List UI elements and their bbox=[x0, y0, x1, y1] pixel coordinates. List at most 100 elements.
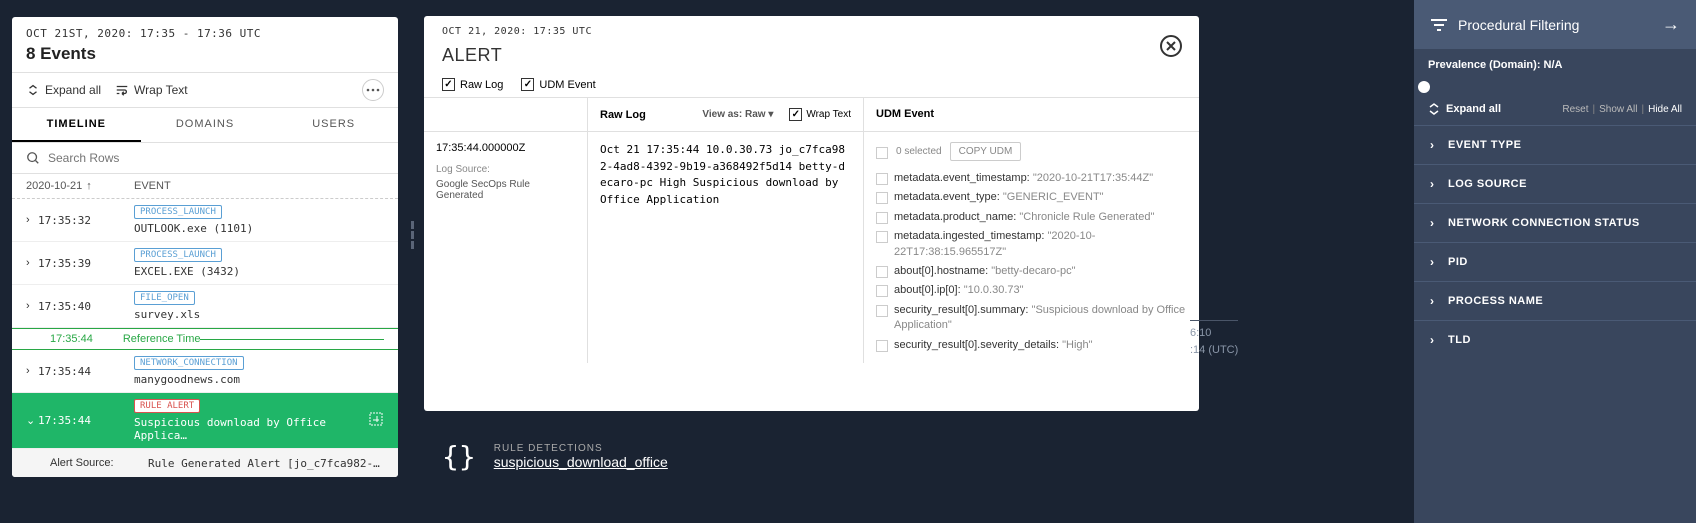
udm-checkbox[interactable] bbox=[876, 212, 888, 224]
dots-icon bbox=[366, 88, 380, 92]
event-row[interactable]: › 17:35:39 PROCESS_LAUNCH EXCEL.EXE (343… bbox=[12, 242, 398, 285]
resize-handle[interactable] bbox=[407, 210, 417, 260]
close-button[interactable] bbox=[1159, 34, 1183, 58]
chevron-right-icon: › bbox=[1430, 216, 1440, 230]
rule-detections-section: {} RULE DETECTIONS suspicious_download_o… bbox=[442, 440, 668, 473]
expand-all-filters-button[interactable]: Expand all bbox=[1428, 103, 1501, 115]
filter-category[interactable]: ›EVENT TYPE bbox=[1414, 125, 1696, 164]
brace-icon: {} bbox=[442, 440, 476, 473]
udm-header: UDM Event bbox=[864, 98, 1199, 131]
events-tabs: TIMELINE DOMAINS USERS bbox=[12, 108, 398, 143]
chevron-right-icon: › bbox=[26, 365, 38, 377]
pin-icon[interactable] bbox=[368, 411, 384, 430]
alert-panel: OCT 21, 2020: 17:35 UTC ALERT Raw Log UD… bbox=[424, 16, 1199, 411]
udm-field-row: metadata.event_type: "GENERIC_EVENT" bbox=[876, 190, 1187, 205]
udm-field-row: security_result[0].severity_details: "Hi… bbox=[876, 338, 1187, 353]
collapse-arrow-icon[interactable]: → bbox=[1662, 14, 1680, 35]
prevalence-label: Prevalence (Domain): N/A bbox=[1414, 49, 1696, 77]
chevron-right-icon: › bbox=[1430, 177, 1440, 191]
chevron-right-icon: › bbox=[26, 300, 38, 312]
chevron-right-icon: › bbox=[26, 214, 38, 226]
alert-date: OCT 21, 2020: 17:35 UTC bbox=[442, 26, 1181, 37]
wrap-icon bbox=[115, 83, 129, 97]
filter-category[interactable]: ›NETWORK CONNECTION STATUS bbox=[1414, 203, 1696, 242]
filter-icon bbox=[1430, 18, 1448, 32]
event-tag: FILE_OPEN bbox=[134, 291, 195, 305]
date-column-header[interactable]: 2020-10-21 ↑ bbox=[26, 180, 134, 192]
alert-details: Alert Source: Rule Generated Alert [jo_c… bbox=[12, 449, 398, 477]
udm-checkbox[interactable] bbox=[876, 192, 888, 204]
filter-panel: Procedural Filtering → Prevalence (Domai… bbox=[1414, 0, 1696, 523]
filter-category[interactable]: ›PID bbox=[1414, 242, 1696, 281]
event-tag: PROCESS_LAUNCH bbox=[134, 248, 222, 262]
expand-icon bbox=[1428, 103, 1440, 115]
event-row-alert[interactable]: ⌄ 17:35:44 RULE ALERT Suspicious downloa… bbox=[12, 393, 398, 449]
udm-field-row: about[0].hostname: "betty-decaro-pc" bbox=[876, 264, 1187, 279]
search-row bbox=[12, 143, 398, 174]
alert-tag: RULE ALERT bbox=[134, 399, 200, 413]
event-column-header: EVENT bbox=[134, 180, 384, 192]
event-tag: NETWORK_CONNECTION bbox=[134, 356, 244, 370]
filter-category[interactable]: ›PROCESS NAME bbox=[1414, 281, 1696, 320]
events-toolbar: Expand all Wrap Text bbox=[12, 73, 398, 108]
rule-label: RULE DETECTIONS bbox=[494, 443, 668, 454]
udm-field-row: metadata.ingested_timestamp: "2020-10-22… bbox=[876, 229, 1187, 260]
tab-users[interactable]: USERS bbox=[269, 108, 398, 142]
events-header: OCT 21ST, 2020: 17:35 - 17:36 UTC 8 Even… bbox=[12, 17, 398, 73]
udm-checkbox[interactable] bbox=[876, 285, 888, 297]
udm-checkbox[interactable] bbox=[876, 266, 888, 278]
alert-table-header: Raw Log View as: Raw ▾ Wrap Text UDM Eve… bbox=[424, 98, 1199, 132]
search-icon bbox=[26, 151, 40, 165]
expand-all-button[interactable]: Expand all bbox=[26, 83, 101, 97]
sort-arrow-icon: ↑ bbox=[86, 180, 92, 192]
tab-timeline[interactable]: TIMELINE bbox=[12, 108, 141, 142]
selected-count: 0 selected bbox=[896, 146, 942, 157]
more-options-button[interactable] bbox=[362, 79, 384, 101]
chevron-right-icon: › bbox=[1430, 138, 1440, 152]
rule-name-link[interactable]: suspicious_download_office bbox=[494, 454, 668, 470]
udm-checkbox[interactable] bbox=[876, 231, 888, 243]
udm-field-row: metadata.event_timestamp: "2020-10-21T17… bbox=[876, 171, 1187, 186]
copy-udm-button[interactable]: COPY UDM bbox=[950, 142, 1022, 161]
udm-checkbox[interactable] bbox=[876, 173, 888, 185]
reference-time-row: 17:35:44 Reference Time bbox=[12, 328, 398, 350]
view-as-dropdown[interactable]: View as: Raw ▾ bbox=[702, 109, 773, 120]
alert-title: ALERT bbox=[442, 45, 1181, 66]
chevron-right-icon: › bbox=[1430, 255, 1440, 269]
event-row[interactable]: › 17:35:40 FILE_OPEN survey.xls bbox=[12, 285, 398, 328]
events-count: 8 Events bbox=[26, 44, 384, 64]
wrap-text-checkbox[interactable]: Wrap Text bbox=[789, 108, 851, 121]
rawlog-header: Raw Log bbox=[600, 109, 646, 121]
search-input[interactable] bbox=[48, 151, 384, 165]
chevron-down-icon: ⌄ bbox=[26, 414, 38, 427]
select-all-checkbox[interactable] bbox=[876, 147, 888, 159]
filter-category[interactable]: ›TLD bbox=[1414, 320, 1696, 359]
log-source: Google SecOps Rule Generated bbox=[436, 179, 575, 201]
udm-checkbox[interactable] bbox=[876, 340, 888, 352]
log-source-label: Log Source: bbox=[436, 164, 575, 175]
rawlog-checkbox[interactable]: Raw Log bbox=[442, 78, 503, 91]
hide-all-link[interactable]: Hide All bbox=[1648, 104, 1682, 115]
expand-icon bbox=[26, 83, 40, 97]
wrap-text-button[interactable]: Wrap Text bbox=[115, 83, 188, 97]
chevron-right-icon: › bbox=[1430, 333, 1440, 347]
alert-view-toggles: Raw Log UDM Event bbox=[424, 72, 1199, 98]
event-row[interactable]: › 17:35:32 PROCESS_LAUNCH OUTLOOK.exe (1… bbox=[12, 199, 398, 242]
reset-link[interactable]: Reset bbox=[1562, 104, 1588, 115]
chevron-right-icon: › bbox=[1430, 294, 1440, 308]
filter-category[interactable]: ›LOG SOURCE bbox=[1414, 164, 1696, 203]
alert-body: 17:35:44.000000Z Log Source: Google SecO… bbox=[424, 132, 1199, 363]
alert-timestamp: 17:35:44.000000Z bbox=[436, 142, 575, 154]
udm-field-row: about[0].ip[0]: "10.0.30.73" bbox=[876, 283, 1187, 298]
tab-domains[interactable]: DOMAINS bbox=[141, 108, 270, 142]
events-panel: OCT 21ST, 2020: 17:35 - 17:36 UTC 8 Even… bbox=[12, 17, 398, 477]
prevalence-slider[interactable] bbox=[1418, 81, 1430, 93]
events-date-range: OCT 21ST, 2020: 17:35 - 17:36 UTC bbox=[26, 27, 384, 40]
show-all-link[interactable]: Show All bbox=[1599, 104, 1637, 115]
udm-checkbox[interactable]: UDM Event bbox=[521, 78, 595, 91]
udm-checkbox[interactable] bbox=[876, 305, 888, 317]
event-row-network[interactable]: › 17:35:44 NETWORK_CONNECTION manygoodne… bbox=[12, 350, 398, 393]
event-tag: PROCESS_LAUNCH bbox=[134, 205, 222, 219]
timeline-label: 6:10 :14 (UTC) bbox=[1190, 320, 1238, 358]
chevron-right-icon: › bbox=[26, 257, 38, 269]
